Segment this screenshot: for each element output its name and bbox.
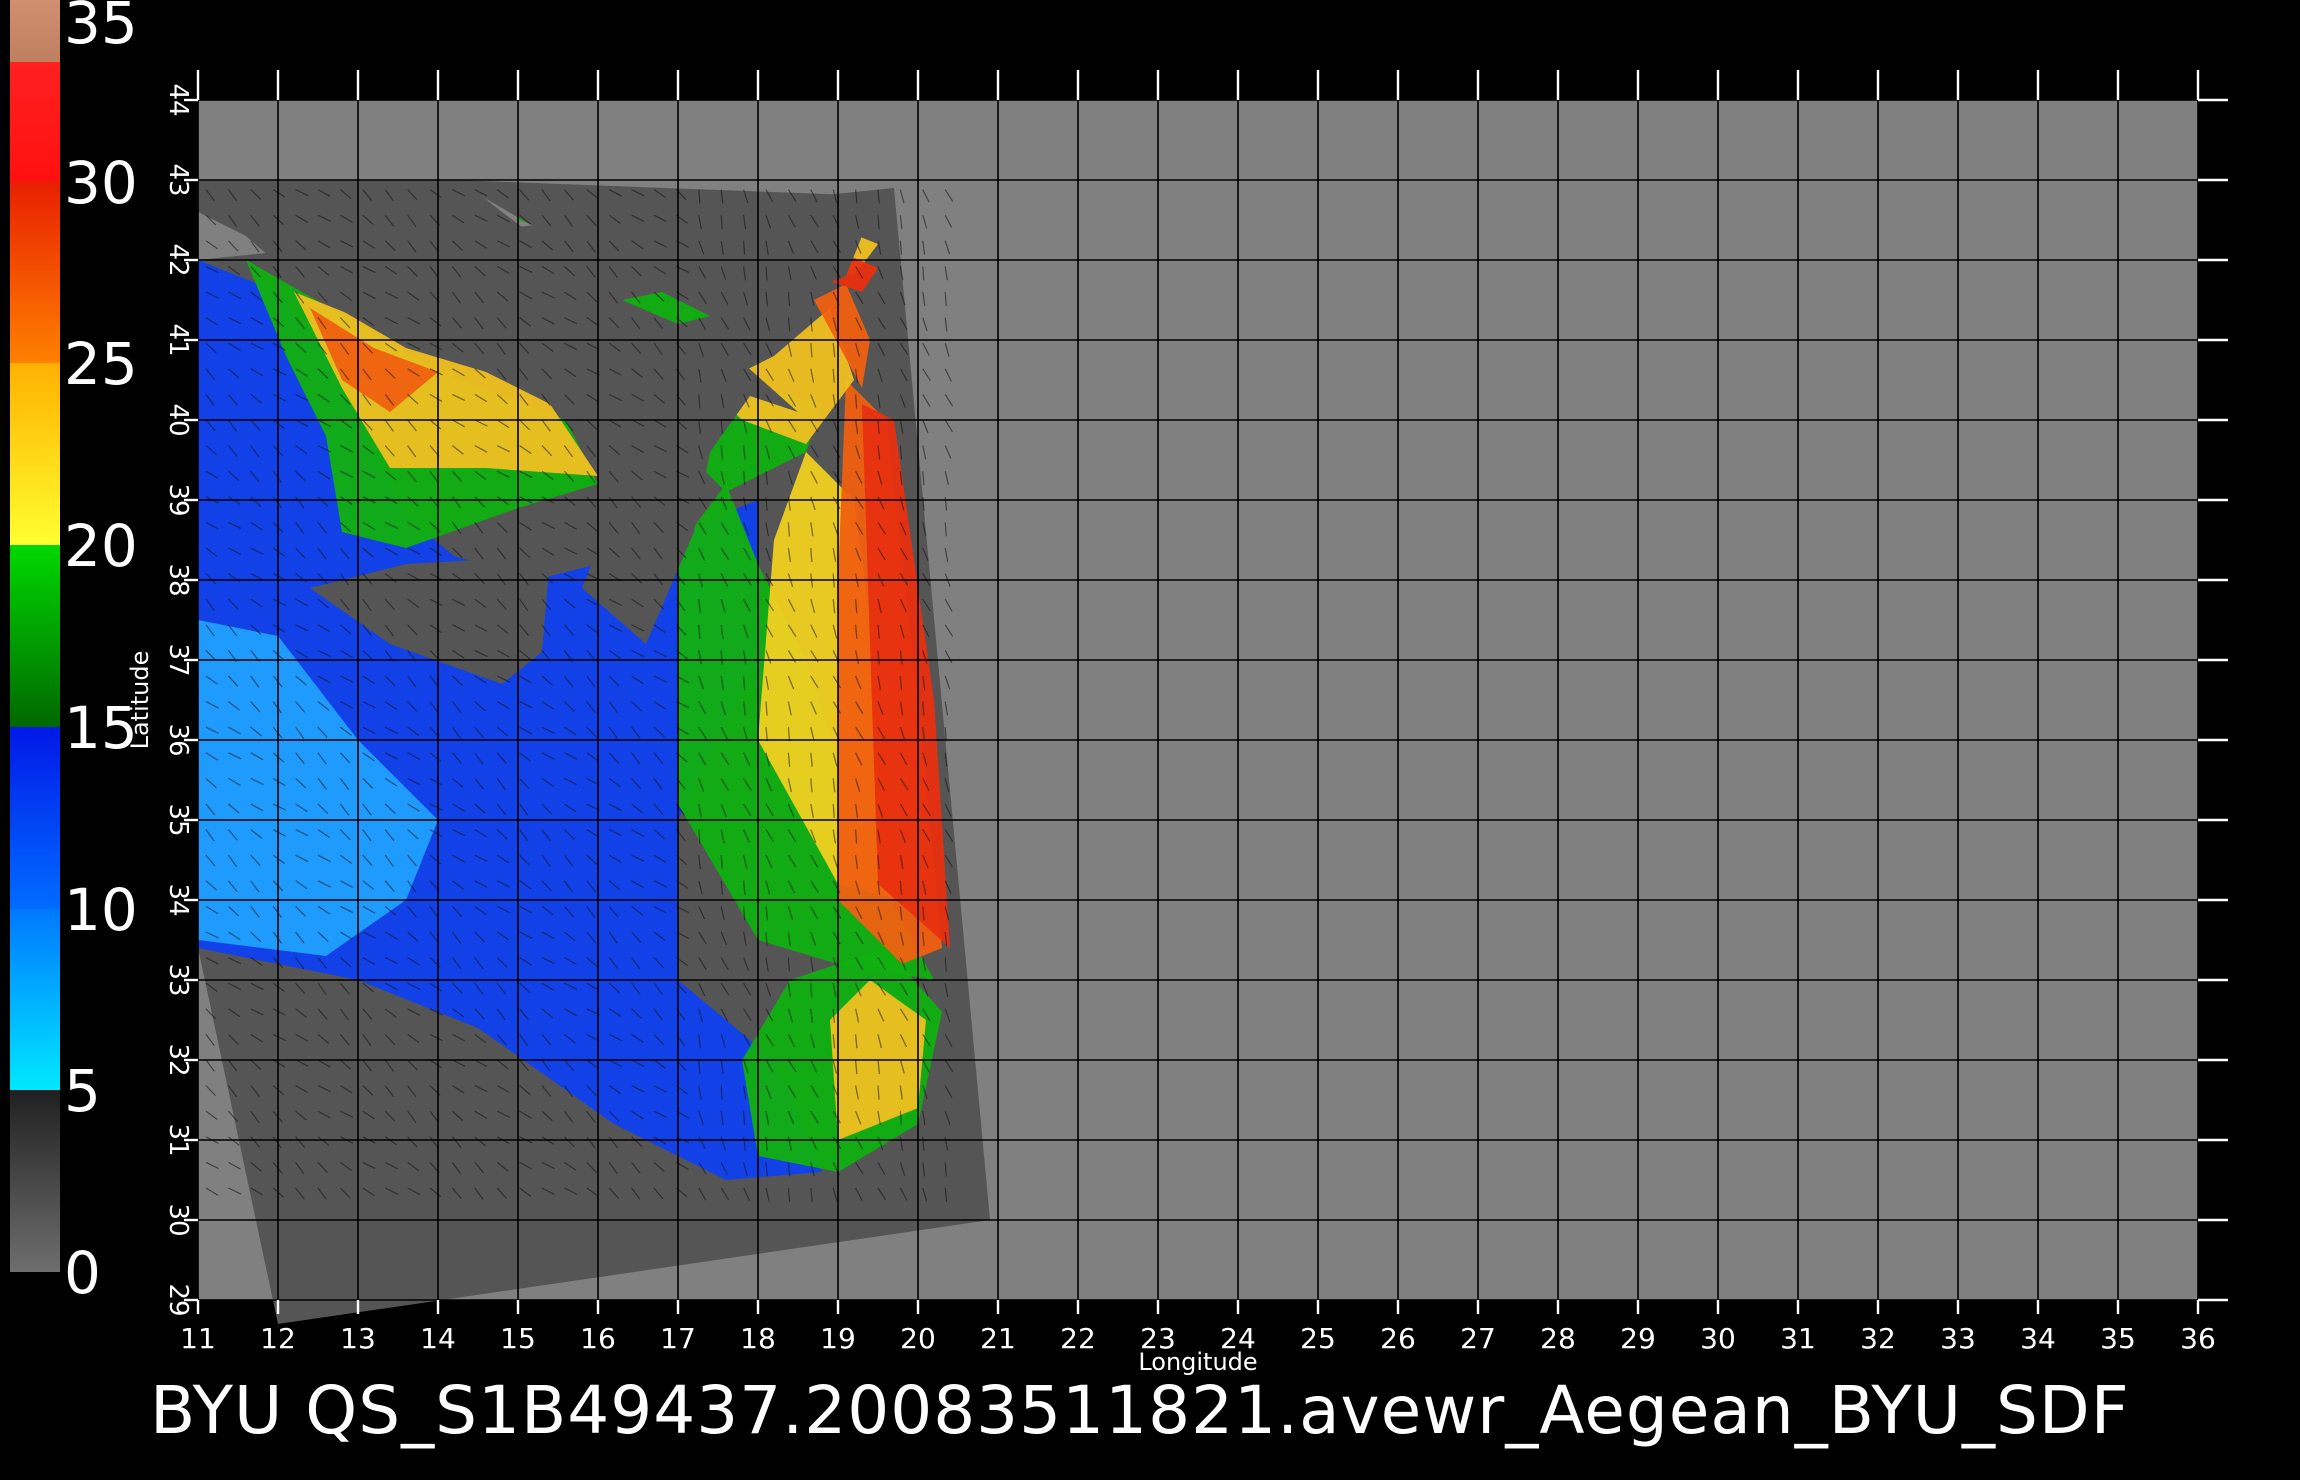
x-tick-label: 11 bbox=[180, 1322, 216, 1355]
x-tick-label: 14 bbox=[420, 1322, 456, 1355]
x-tick-label: 35 bbox=[2100, 1322, 2136, 1355]
x-tick-label: 18 bbox=[740, 1322, 776, 1355]
x-tick-label: 25 bbox=[1300, 1322, 1336, 1355]
x-tick-label: 12 bbox=[260, 1322, 296, 1355]
x-tick-label: 33 bbox=[1940, 1322, 1976, 1355]
y-tick-label: 29 bbox=[163, 1283, 193, 1316]
x-tick-label: 21 bbox=[980, 1322, 1016, 1355]
x-tick-label: 17 bbox=[660, 1322, 696, 1355]
y-tick-label: 42 bbox=[163, 243, 193, 276]
x-tick-label: 22 bbox=[1060, 1322, 1096, 1355]
x-tick-label: 31 bbox=[1780, 1322, 1816, 1355]
y-tick-label: 31 bbox=[163, 1123, 193, 1156]
x-tick-label: 27 bbox=[1460, 1322, 1496, 1355]
y-tick-label: 33 bbox=[163, 963, 193, 996]
y-tick-label: 43 bbox=[163, 163, 193, 196]
x-tick-label: 36 bbox=[2180, 1322, 2216, 1355]
y-tick-label: 39 bbox=[163, 483, 193, 516]
y-tick-label: 36 bbox=[163, 723, 193, 756]
y-tick-label: 41 bbox=[163, 323, 193, 356]
x-tick-label: 34 bbox=[2020, 1322, 2056, 1355]
x-tick-label: 28 bbox=[1540, 1322, 1576, 1355]
x-tick-label: 15 bbox=[500, 1322, 536, 1355]
y-axis-label: Latitude bbox=[126, 651, 154, 750]
y-tick-label: 32 bbox=[163, 1043, 193, 1076]
y-tick-label: 38 bbox=[163, 563, 193, 596]
wind-map: 0 5 10 15 20 25 30 35 11 12 13 14 15 16 17 18 19 20 21 22 2… bbox=[0, 0, 2300, 1480]
y-tick-label: 35 bbox=[163, 803, 193, 836]
y-tick-label: 34 bbox=[163, 883, 193, 916]
x-tick-label: 20 bbox=[900, 1322, 936, 1355]
x-tick-label: 32 bbox=[1860, 1322, 1896, 1355]
y-tick-label: 37 bbox=[163, 643, 193, 676]
y-tick-label: 40 bbox=[163, 403, 193, 436]
x-tick-label: 16 bbox=[580, 1322, 616, 1355]
x-tick-label: 26 bbox=[1380, 1322, 1416, 1355]
y-tick-label: 44 bbox=[163, 83, 193, 116]
image-caption: BYU QS_S1B49437.20083511821.avewr_Aegean… bbox=[150, 1372, 2130, 1449]
x-tick-label: 30 bbox=[1700, 1322, 1736, 1355]
x-tick-label: 13 bbox=[340, 1322, 376, 1355]
map-plot: 11 12 13 14 15 16 17 18 19 20 21 22 23 24 25 26 27 28 29 30… bbox=[126, 70, 2228, 1376]
x-tick-label: 19 bbox=[820, 1322, 856, 1355]
y-tick-label: 30 bbox=[163, 1203, 193, 1236]
x-tick-label: 29 bbox=[1620, 1322, 1656, 1355]
